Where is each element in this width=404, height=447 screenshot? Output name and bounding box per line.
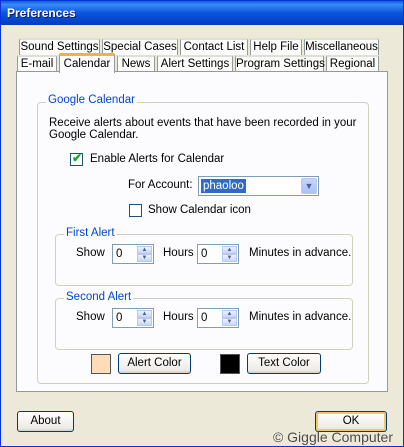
spin-down-icon[interactable]: ▼ <box>222 318 237 326</box>
second-alert-hours-label: Hours <box>163 311 194 323</box>
tab-alert-settings[interactable]: Alert Settings <box>157 55 233 72</box>
first-alert-hours-label: Hours <box>163 247 194 259</box>
tab-news[interactable]: News <box>117 55 155 72</box>
spin-up-icon[interactable]: ▲ <box>137 310 152 318</box>
account-value: phaoloo <box>201 179 246 193</box>
text-color-swatch[interactable] <box>220 354 240 374</box>
spin-up-icon[interactable]: ▲ <box>222 310 237 318</box>
first-alert-show-label: Show <box>76 247 105 259</box>
about-button[interactable]: About <box>17 411 74 432</box>
tab-regional[interactable]: Regional <box>326 55 379 72</box>
first-alert-hours-stepper[interactable]: 0 ▲ ▼ <box>112 244 154 264</box>
second-alert-hours-value: 0 <box>116 312 123 324</box>
for-account-label: For Account: <box>128 179 193 191</box>
spin-down-icon[interactable]: ▼ <box>137 318 152 326</box>
title-bar: Preferences <box>1 1 403 25</box>
second-alert-minutes-value: 0 <box>201 312 208 324</box>
second-alert-legend: Second Alert <box>64 291 134 303</box>
tab-help-file[interactable]: Help File <box>250 38 302 55</box>
spin-down-icon[interactable]: ▼ <box>222 254 237 262</box>
description-line-2: Google Calendar. <box>49 129 139 141</box>
tab-email[interactable]: E-mail <box>17 55 57 72</box>
description-line-1: Receive alerts about events that have be… <box>49 117 357 129</box>
second-alert-minutes-stepper[interactable]: 0 ▲ ▼ <box>197 308 239 328</box>
account-select[interactable]: phaoloo ▼ <box>198 176 319 196</box>
second-alert-show-label: Show <box>76 311 105 323</box>
show-calendar-icon-checkbox[interactable] <box>129 204 142 217</box>
preferences-window: Preferences Sound Settings Special Cases… <box>0 0 404 447</box>
enable-alerts-label: Enable Alerts for Calendar <box>90 153 225 165</box>
alert-color-swatch[interactable] <box>91 354 111 374</box>
check-icon: ✔ <box>72 151 83 165</box>
spin-up-icon[interactable]: ▲ <box>137 246 152 254</box>
first-alert-hours-value: 0 <box>116 248 123 260</box>
second-alert-hours-stepper[interactable]: 0 ▲ ▼ <box>112 308 154 328</box>
first-alert-legend: First Alert <box>64 227 117 239</box>
watermark-text: © Giggle Computer <box>272 429 393 445</box>
tab-contact-list[interactable]: Contact List <box>180 38 248 55</box>
alert-color-button[interactable]: Alert Color <box>118 353 191 374</box>
spin-down-icon[interactable]: ▼ <box>137 254 152 262</box>
tab-program-settings[interactable]: Program Settings <box>235 55 325 72</box>
calendar-panel: Google Calendar Receive alerts about eve… <box>16 71 388 392</box>
tab-calendar[interactable]: Calendar <box>59 53 115 73</box>
google-calendar-legend: Google Calendar <box>46 94 137 106</box>
spin-up-icon[interactable]: ▲ <box>222 246 237 254</box>
tab-miscellaneous[interactable]: Miscellaneous <box>304 38 379 55</box>
text-color-button[interactable]: Text Color <box>247 353 321 374</box>
second-alert-minutes-label: Minutes in advance. <box>249 311 352 323</box>
chevron-down-icon[interactable]: ▼ <box>301 178 317 194</box>
enable-alerts-checkbox[interactable]: ✔ <box>70 151 83 166</box>
first-alert-minutes-label: Minutes in advance. <box>249 247 352 259</box>
first-alert-minutes-stepper[interactable]: 0 ▲ ▼ <box>197 244 239 264</box>
tab-row-front: E-mail Calendar News Alert Settings Prog… <box>17 53 379 73</box>
first-alert-minutes-value: 0 <box>201 248 208 260</box>
show-calendar-icon-label: Show Calendar icon <box>148 204 251 216</box>
